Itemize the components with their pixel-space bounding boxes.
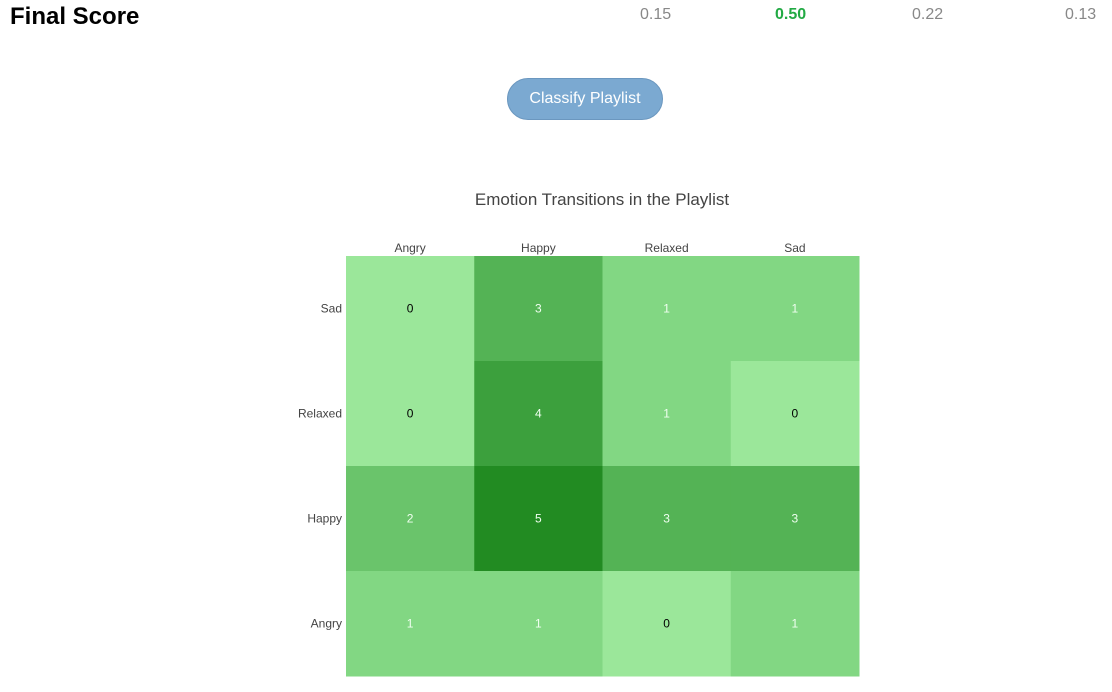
heatmap-cell-value: 1 bbox=[792, 617, 799, 631]
heatmap-cell-value: 1 bbox=[663, 302, 670, 316]
x-tick-label: Relaxed bbox=[645, 241, 689, 255]
y-tick-label: Happy bbox=[307, 512, 342, 526]
heatmap-cell-value: 0 bbox=[792, 407, 799, 421]
heatmap-cell-value: 1 bbox=[792, 302, 799, 316]
heatmap-cell-value: 0 bbox=[407, 302, 414, 316]
heatmap-cell-value: 0 bbox=[407, 407, 414, 421]
x-tick-label: Sad bbox=[784, 241, 805, 255]
heatmap-cell-value: 3 bbox=[792, 512, 799, 526]
page: Final Score 0.15 0.50 0.22 0.13 Classify… bbox=[0, 0, 1112, 692]
y-tick-label: Relaxed bbox=[298, 407, 342, 421]
heatmap-cell-value: 3 bbox=[535, 302, 542, 316]
emotion-heatmap: 0 3 1 1 0 4 1 0 2 5 3 3 1 1 0 1 Angry Happy Relaxed Sad Sad R… bbox=[298, 241, 860, 677]
heatmap-cell-value: 4 bbox=[535, 407, 542, 421]
heatmap-cell-value: 0 bbox=[663, 617, 670, 631]
x-tick-label: Angry bbox=[394, 241, 425, 255]
x-tick-label: Happy bbox=[521, 241, 556, 255]
heatmap-cell-value: 1 bbox=[407, 617, 414, 631]
y-tick-label: Sad bbox=[321, 302, 342, 316]
y-tick-label: Angry bbox=[311, 617, 342, 631]
heatmap-cell-value: 2 bbox=[407, 512, 414, 526]
heatmap-cell-value: 1 bbox=[535, 617, 542, 631]
heatmap-cell-value: 5 bbox=[535, 512, 542, 526]
heatmap-cell-value: 1 bbox=[663, 407, 670, 421]
heatmap-cell-value: 3 bbox=[663, 512, 670, 526]
